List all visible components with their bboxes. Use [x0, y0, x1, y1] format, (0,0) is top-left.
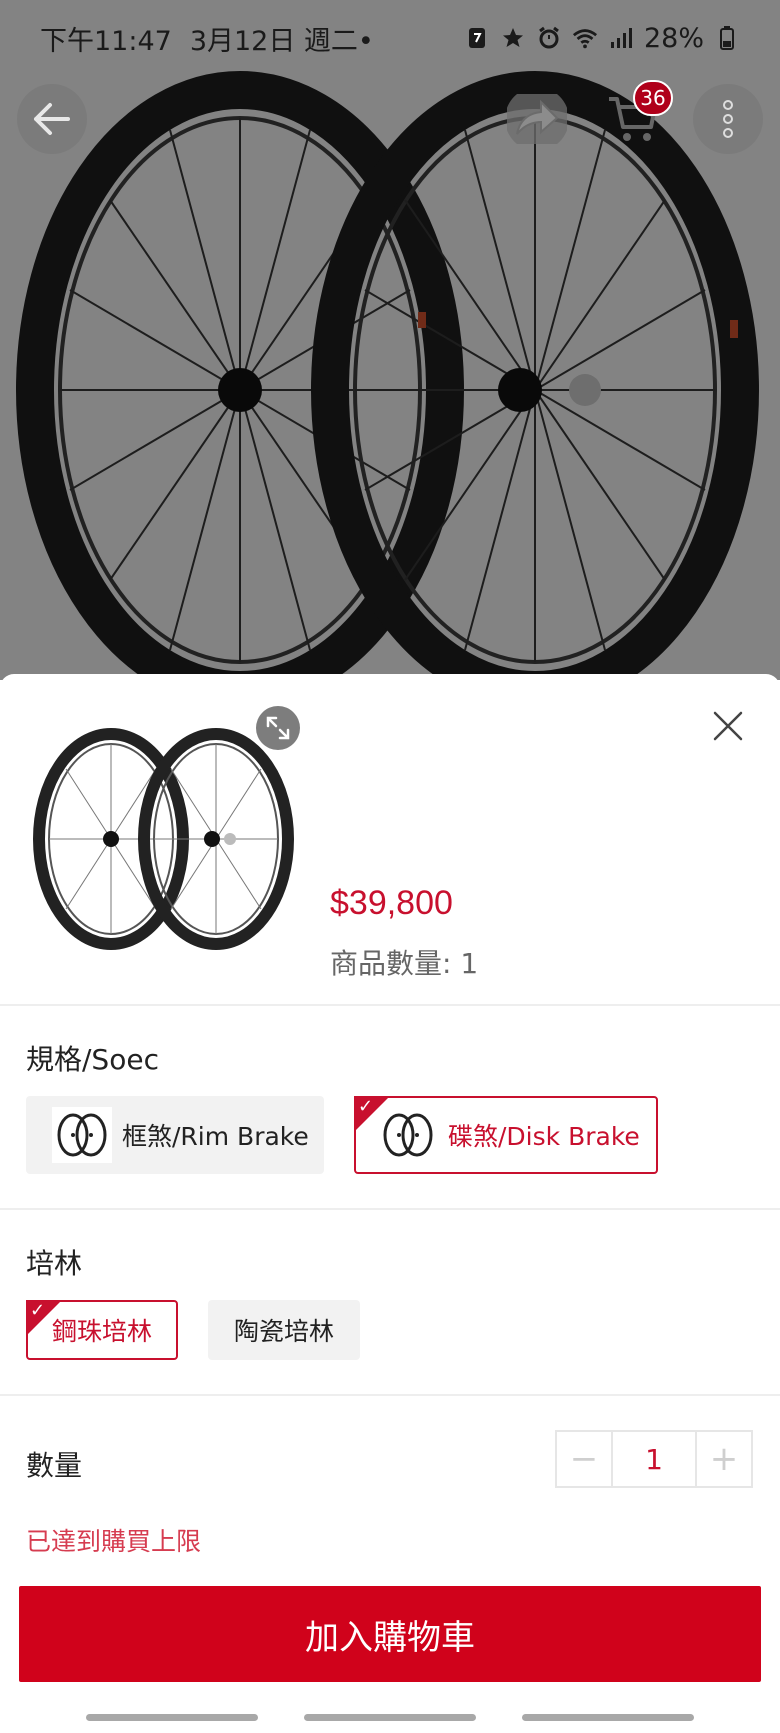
product-quantity-info: 商品數量: 1: [330, 947, 479, 980]
quantity-decrement-button[interactable]: −: [557, 1432, 611, 1486]
back-button[interactable]: [17, 84, 87, 154]
spec-option-disk-brake[interactable]: ✓ 碟煞/Disk Brake: [354, 1096, 658, 1174]
spec-option-label: 碟煞/Disk Brake: [448, 1122, 640, 1151]
purchase-limit-message: 已達到購買上限: [26, 1527, 202, 1556]
divider: [0, 1208, 780, 1210]
quantity-increment-button[interactable]: +: [697, 1432, 751, 1486]
nav-recents-button[interactable]: [86, 1714, 258, 1721]
nav-back-button[interactable]: [522, 1714, 694, 1721]
star-icon: [500, 25, 526, 51]
wheelset-thumbnail-image: [33, 728, 294, 950]
system-navigation-bar: [0, 1702, 780, 1733]
app-notification-icon: [464, 25, 490, 51]
arrow-left-icon: [34, 103, 70, 135]
checkmark-icon: ✓: [358, 1096, 374, 1117]
product-thumbnail[interactable]: [26, 714, 306, 964]
share-button[interactable]: [502, 84, 572, 154]
add-to-cart-button[interactable]: 加入購物車: [19, 1586, 761, 1682]
spec-option-rim-brake[interactable]: 框煞/Rim Brake: [26, 1096, 324, 1174]
bearing-section-title: 培林: [26, 1247, 83, 1280]
status-date: 3月12日 週二•: [189, 25, 374, 57]
wifi-icon: [572, 25, 598, 51]
alarm-icon: [536, 25, 562, 51]
more-options-button[interactable]: [693, 84, 763, 154]
product-options-sheet: $39,800 商品數量: 1 規格/Soec 框煞/Rim Brake ✓ 碟…: [0, 674, 780, 1733]
quantity-value[interactable]: 1: [611, 1432, 697, 1486]
more-vertical-icon: [723, 100, 733, 138]
bearing-option-label: 陶瓷培林: [233, 1317, 334, 1346]
divider: [0, 1394, 780, 1396]
bearing-option-label: 鋼珠培林: [51, 1317, 152, 1346]
share-icon: [507, 94, 567, 144]
status-bar: 下午11:47 3月12日 週二• 28%: [0, 0, 780, 76]
cart-count-badge: 36: [633, 80, 673, 116]
bearing-option-steel[interactable]: ✓ 鋼珠培林: [26, 1300, 178, 1360]
expand-image-button[interactable]: [256, 706, 300, 750]
quantity-section-title: 數量: [26, 1449, 83, 1482]
expand-icon: [266, 716, 290, 740]
wheel-option-icon: [52, 1107, 112, 1163]
quantity-stepper: − 1 +: [555, 1430, 753, 1488]
signal-icon: [608, 25, 634, 51]
close-icon: [713, 711, 743, 741]
nav-home-button[interactable]: [304, 1714, 476, 1721]
checkmark-icon: ✓: [30, 1300, 46, 1321]
close-sheet-button[interactable]: [706, 704, 750, 748]
battery-icon: [714, 25, 740, 51]
divider: [0, 1004, 780, 1006]
spec-section-title: 規格/Soec: [26, 1043, 159, 1076]
status-time: 下午11:47: [40, 25, 172, 57]
battery-percent: 28%: [643, 22, 704, 54]
spec-option-label: 框煞/Rim Brake: [122, 1122, 309, 1151]
product-price: $39,800: [330, 884, 453, 922]
bearing-option-ceramic[interactable]: 陶瓷培林: [208, 1300, 360, 1360]
